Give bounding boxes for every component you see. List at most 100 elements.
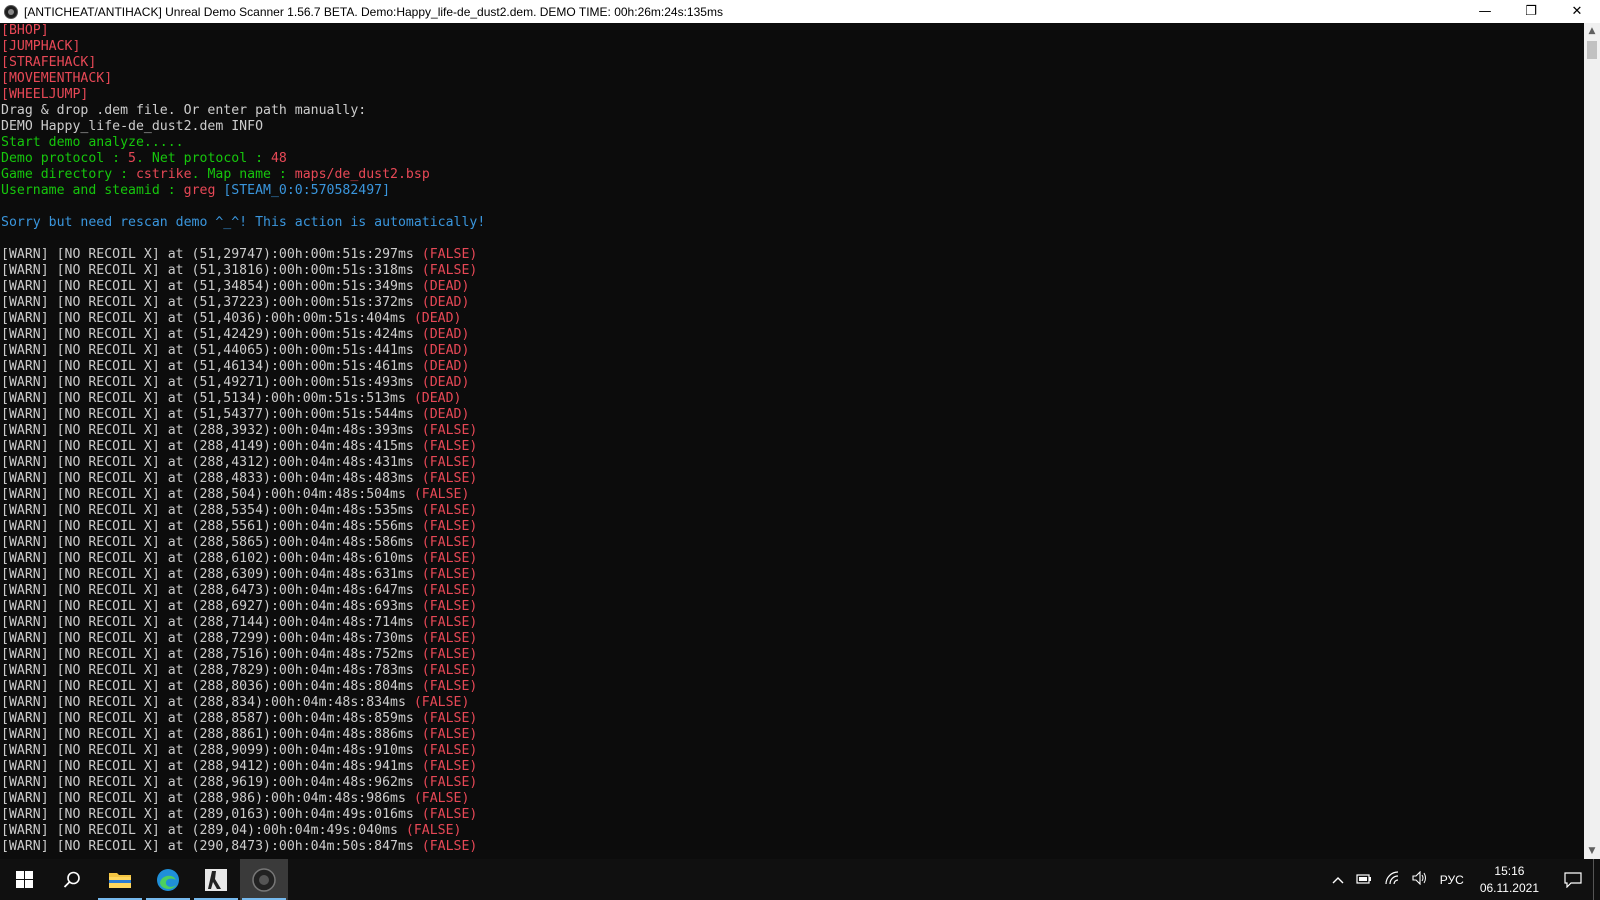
console-text-segment: (FALSE) (421, 727, 478, 742)
show-hidden-icons-chevron-icon[interactable] (1332, 873, 1344, 887)
console-line: [WARN] [NO RECOIL X] at (288,8861):00h:0… (0, 727, 1584, 743)
restore-button[interactable]: ❐ (1508, 0, 1554, 23)
scroll-up-arrow-icon[interactable]: ▲ (1584, 23, 1600, 39)
console-line: [WARN] [NO RECOIL X] at (288,3932):00h:0… (0, 423, 1584, 439)
console-text-segment: 5 (128, 151, 136, 166)
console-text-segment: [WARN] [NO RECOIL X] at (51,29747):00h:0… (1, 247, 422, 262)
console-text-segment: (FALSE) (413, 487, 470, 502)
console-text-segment: [WARN] [NO RECOIL X] at (290,8473):00h:0… (1, 839, 422, 854)
vertical-scrollbar[interactable]: ▲ ▼ (1584, 23, 1600, 859)
console-line: [BHOP] (0, 23, 1584, 39)
console-output[interactable]: [BHOP] [JUMPHACK] [STRAFEHACK] [MOVEMENTHAC… (0, 23, 1584, 859)
console-line: [WARN] [NO RECOIL X] at (288,7829):00h:0… (0, 663, 1584, 679)
counter-strike-icon[interactable] (192, 859, 240, 900)
minimize-button[interactable]: — (1462, 0, 1508, 23)
scroll-down-arrow-icon[interactable]: ▼ (1584, 843, 1600, 859)
console-line: [JUMPHACK] (0, 39, 1584, 55)
volume-icon[interactable] (1412, 870, 1428, 888)
console-text-segment: (FALSE) (413, 695, 470, 710)
console-line: [WARN] [NO RECOIL X] at (51,34854):00h:0… (0, 279, 1584, 295)
console-line: [WARN] [NO RECOIL X] at (288,8036):00h:0… (0, 679, 1584, 695)
console-line: [WARN] [NO RECOIL X] at (288,834):00h:04… (0, 695, 1584, 711)
console-text-segment: [WARN] [NO RECOIL X] at (288,6927):00h:0… (1, 599, 422, 614)
console-text-segment: (FALSE) (421, 663, 478, 678)
console-text-segment: (FALSE) (421, 247, 478, 262)
console-text-segment: (FALSE) (421, 567, 478, 582)
console-line: Start demo analyze..... (0, 135, 1584, 151)
console-text-segment: [WARN] [NO RECOIL X] at (51,49271):00h:0… (1, 375, 422, 390)
console-text-segment: (DEAD) (421, 343, 470, 358)
console-text-segment: (FALSE) (421, 775, 478, 790)
console-text-segment: [WARN] [NO RECOIL X] at (288,5561):00h:0… (1, 519, 422, 534)
console-line: [WARN] [NO RECOIL X] at (288,4312):00h:0… (0, 455, 1584, 471)
console-text-segment: [WARN] [NO RECOIL X] at (51,31816):00h:0… (1, 263, 422, 278)
console-text-segment: (FALSE) (421, 583, 478, 598)
console-line: [WARN] [NO RECOIL X] at (288,6927):00h:0… (0, 599, 1584, 615)
console-text-segment: (FALSE) (421, 647, 478, 662)
demo-scanner-icon[interactable] (240, 859, 288, 900)
console-line: [WARN] [NO RECOIL X] at (288,9099):00h:0… (0, 743, 1584, 759)
input-language[interactable]: РУС (1440, 873, 1464, 887)
console-line: [WARN] [NO RECOIL X] at (51,44065):00h:0… (0, 343, 1584, 359)
console-line: [WARN] [NO RECOIL X] at (288,5865):00h:0… (0, 535, 1584, 551)
console-text-segment: (FALSE) (421, 615, 478, 630)
console-text-segment: [WARN] [NO RECOIL X] at (288,9619):00h:0… (1, 775, 422, 790)
scrollbar-thumb[interactable] (1587, 41, 1597, 59)
console-line: [WARN] [NO RECOIL X] at (288,4833):00h:0… (0, 471, 1584, 487)
console-text-segment: [WARN] [NO RECOIL X] at (288,6473):00h:0… (1, 583, 422, 598)
console-text-segment: [WARN] [NO RECOIL X] at (288,9412):00h:0… (1, 759, 422, 774)
window-title: [ANTICHEAT/ANTIHACK] Unreal Demo Scanner… (24, 4, 723, 19)
console-text-segment: [JUMPHACK] (1, 39, 81, 54)
console-line: Game directory : cstrike. Map name : map… (0, 167, 1584, 183)
close-button[interactable]: ✕ (1554, 0, 1600, 23)
console-line: [WARN] [NO RECOIL X] at (51,4036):00h:00… (0, 311, 1584, 327)
console-text-segment: 48 (270, 151, 287, 166)
console-text-segment: cstrike (135, 167, 192, 182)
console-text-segment: [WARN] [NO RECOIL X] at (288,986):00h:04… (1, 791, 414, 806)
windows-start-icon[interactable] (0, 859, 48, 900)
console-text-segment: [WARN] [NO RECOIL X] at (51,4036):00h:00… (1, 311, 414, 326)
console-line: [WARN] [NO RECOIL X] at (51,42429):00h:0… (0, 327, 1584, 343)
console-line: [MOVEMENTHACK] (0, 71, 1584, 87)
console-line: [WARN] [NO RECOIL X] at (288,6473):00h:0… (0, 583, 1584, 599)
console-text-segment: [WARN] [NO RECOIL X] at (288,4833):00h:0… (1, 471, 422, 486)
clock[interactable]: 15:16 06.11.2021 (1480, 863, 1539, 897)
title-bar: [ANTICHEAT/ANTIHACK] Unreal Demo Scanner… (0, 0, 1600, 23)
console-text-segment: [WARN] [NO RECOIL X] at (288,4312):00h:0… (1, 455, 422, 470)
console-line: [WARN] [NO RECOIL X] at (288,7144):00h:0… (0, 615, 1584, 631)
edge-browser-icon[interactable] (144, 859, 192, 900)
console-text-segment: (FALSE) (421, 807, 478, 822)
network-icon[interactable] (1384, 871, 1400, 888)
console-text-segment: (FALSE) (421, 743, 478, 758)
console-line: [STRAFEHACK] (0, 55, 1584, 71)
console-line: Username and steamid : greg [STEAM_0:0:5… (0, 183, 1584, 199)
console-line: [WARN] [NO RECOIL X] at (288,4149):00h:0… (0, 439, 1584, 455)
console-text-segment: (FALSE) (421, 711, 478, 726)
taskbar: РУС 15:16 06.11.2021 (0, 859, 1600, 900)
console-text-segment: [WARN] [NO RECOIL X] at (51,37223):00h:0… (1, 295, 422, 310)
file-explorer-icon[interactable] (96, 859, 144, 900)
show-desktop-button[interactable] (1593, 859, 1600, 900)
console-text-segment: [WARN] [NO RECOIL X] at (288,3932):00h:0… (1, 423, 422, 438)
console-text-segment: [WARN] [NO RECOIL X] at (288,7144):00h:0… (1, 615, 422, 630)
console-text-segment: [WARN] [NO RECOIL X] at (288,6309):00h:0… (1, 567, 422, 582)
console-text-segment: Game directory : (1, 167, 136, 182)
console-text-segment: [WARN] [NO RECOIL X] at (51,42429):00h:0… (1, 327, 422, 342)
console-line: [WARN] [NO RECOIL X] at (51,29747):00h:0… (0, 247, 1584, 263)
console-text-segment: [WARN] [NO RECOIL X] at (288,5354):00h:0… (1, 503, 422, 518)
console-line: [WARN] [NO RECOIL X] at (51,49271):00h:0… (0, 375, 1584, 391)
search-icon[interactable] (48, 859, 96, 900)
battery-icon[interactable] (1356, 872, 1372, 887)
console-text-segment: (FALSE) (421, 455, 478, 470)
clock-date: 06.11.2021 (1479, 880, 1539, 895)
console-line: [WARN] [NO RECOIL X] at (288,9412):00h:0… (0, 759, 1584, 775)
console-text-segment: [MOVEMENTHACK] (1, 71, 113, 86)
console-text-segment: (FALSE) (421, 551, 478, 566)
console-text-segment: [WARN] [NO RECOIL X] at (288,8587):00h:0… (1, 711, 422, 726)
console-text-segment: (FALSE) (421, 535, 478, 550)
console-line: [WARN] [NO RECOIL X] at (288,9619):00h:0… (0, 775, 1584, 791)
console-text-segment: [WARN] [NO RECOIL X] at (289,04):00h:04m… (1, 823, 406, 838)
console-line: [WARN] [NO RECOIL X] at (290,8473):00h:0… (0, 839, 1584, 855)
console-text-segment: greg (183, 183, 216, 198)
notification-center-icon[interactable] (1553, 859, 1593, 900)
